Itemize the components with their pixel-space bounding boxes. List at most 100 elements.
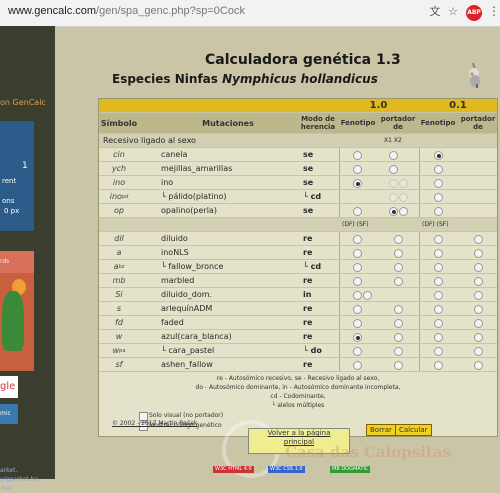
carrier-male-radio[interactable] (394, 361, 403, 370)
phenotype-male-radio-2[interactable] (363, 291, 372, 300)
carrier-female-radio[interactable] (474, 361, 483, 370)
phenotype-male-radio[interactable] (353, 263, 362, 272)
carrier-male-radio[interactable] (394, 249, 403, 258)
sidebar-button[interactable]: mic (0, 404, 18, 424)
carrier-male-radio-x1[interactable] (389, 151, 398, 160)
dogmatic-badge[interactable]: MB DOGMATIC (330, 466, 371, 473)
phenotype-male-radio[interactable] (353, 277, 362, 286)
star-icon[interactable]: ☆ (446, 5, 460, 19)
subtitle-prefix: Especies Ninfas (112, 72, 223, 86)
phenotype-female-radio[interactable] (434, 277, 443, 286)
mutation-name: inoNLS (161, 248, 189, 257)
phenotype-female-radio[interactable] (434, 305, 443, 314)
footer-line[interactable]: y/gparket.be (0, 475, 38, 484)
col-symbol: Símbolo (100, 118, 138, 128)
gencalc-link[interactable]: on GenCalc (0, 98, 46, 107)
translate-icon[interactable]: 文 (428, 5, 442, 19)
css-badge[interactable]: W3C CSS 1.0 (268, 466, 305, 473)
column-divider (339, 330, 340, 343)
carrier-female-radio[interactable] (474, 249, 483, 258)
phenotype-male-radio[interactable] (353, 249, 362, 258)
carrier-male-radio[interactable] (394, 263, 403, 272)
auto_rows-row: a bz └ fallow_bronce └ cd (99, 260, 497, 274)
mutation-name: diluido (161, 234, 188, 243)
carrier-male-radio-x1[interactable] (389, 165, 398, 174)
gene-symbol: fd (115, 318, 123, 327)
phenotype-female-radio[interactable] (434, 235, 443, 244)
ad-parrot-body (2, 291, 24, 351)
carrier-female-radio[interactable] (474, 305, 483, 314)
dose-female: 0.1 (449, 100, 467, 111)
carrier-male-radio[interactable] (394, 277, 403, 286)
carrier-female-radio[interactable] (474, 235, 483, 244)
calculate-button[interactable]: Calcular (395, 424, 432, 436)
left-sidebar: on GenCalc 1 rent ons 0 px rds gle mic a… (0, 26, 55, 492)
menu-icon[interactable]: ⋮ (488, 4, 500, 18)
inheritance-mode: └ cd (303, 192, 322, 201)
phenotype-male-radio[interactable] (353, 151, 362, 160)
phenotype-female-radio[interactable] (434, 179, 443, 188)
phenotype-male-radio[interactable] (353, 235, 362, 244)
clear-button[interactable]: Borrar (366, 424, 396, 436)
auto_rows-row: s arlequínADM re (99, 302, 497, 316)
phenotype-male-radio[interactable] (353, 291, 362, 300)
carrier-male-radio-x2[interactable] (399, 179, 408, 188)
phenotype-female-radio[interactable] (434, 333, 443, 342)
phenotype-female-radio[interactable] (434, 291, 443, 300)
carrier-male-radio[interactable] (394, 305, 403, 314)
phenotype-female-radio[interactable] (434, 207, 443, 216)
phenotype-male-radio[interactable] (353, 207, 362, 216)
auto_rows-row: a inoNLS re (99, 246, 497, 260)
carrier-female-radio[interactable] (474, 291, 483, 300)
gene-symbol: s (116, 304, 122, 313)
panel-line: rent (2, 177, 17, 185)
phenotype-male-radio[interactable] (353, 179, 362, 188)
carrier-male-radio[interactable] (394, 319, 403, 328)
phenotype-female-radio[interactable] (434, 193, 443, 202)
col-carrier-male: portador de (380, 115, 416, 131)
carrier-female-radio[interactable] (474, 319, 483, 328)
carrier-male-radio-x2[interactable] (399, 207, 408, 216)
phenotype-female-radio[interactable] (434, 151, 443, 160)
address-bar[interactable]: www.gencalc.com/gen/spa_genc.php?sp=0Coc… (8, 5, 245, 17)
carrier-male-radio[interactable] (394, 235, 403, 244)
phenotype-female-radio[interactable] (434, 319, 443, 328)
carrier-female-radio[interactable] (474, 277, 483, 286)
parrot-ad[interactable]: rds (0, 251, 34, 371)
phenotype-female-radio[interactable] (434, 249, 443, 258)
phenotype-male-radio[interactable] (353, 305, 362, 314)
phenotype-male-radio[interactable] (353, 361, 362, 370)
mutation-name: marbled (161, 276, 195, 285)
phenotype-male-radio[interactable] (353, 319, 362, 328)
phenotype-male-radio[interactable] (353, 165, 362, 174)
back-line-1: Volver a la página (267, 429, 331, 437)
phenotype-male-radio[interactable] (353, 347, 362, 356)
section-sex-linked: Recesivo ligado al sexo X1 X2 (99, 134, 497, 148)
carrier-male-radio[interactable] (394, 333, 403, 342)
inheritance-mode: re (303, 276, 313, 285)
phenotype-female-radio[interactable] (434, 361, 443, 370)
carrier-female-radio[interactable] (474, 347, 483, 356)
column-divider (419, 246, 420, 259)
column-divider (419, 330, 420, 343)
google-logo[interactable]: gle (0, 376, 18, 398)
carrier-male-radio-x1[interactable] (389, 179, 398, 188)
carrier-female-radio[interactable] (474, 333, 483, 342)
phenotype-female-radio[interactable] (434, 165, 443, 174)
cockatiel-icon (469, 62, 480, 88)
carrier-male-radio[interactable] (394, 347, 403, 356)
html-badge[interactable]: W3C HTML 4.0 (213, 466, 254, 473)
carrier-male-radio-x1[interactable] (389, 207, 398, 216)
carrier-female-radio[interactable] (474, 263, 483, 272)
phenotype-male-radio[interactable] (353, 333, 362, 342)
col-mutations: Mutaciones (202, 118, 254, 128)
carrier-male-radio-x1[interactable] (389, 193, 398, 202)
carrier-male-radio-x2[interactable] (399, 193, 408, 202)
adblock-icon[interactable]: ABP (466, 5, 482, 21)
genetics-table: 1.0 0.1 Símbolo Mutaciones Modo de heren… (98, 98, 498, 437)
phenotype-female-radio[interactable] (434, 347, 443, 356)
footer-line[interactable]: .net (0, 484, 38, 493)
page-title: Calculadora genética 1.3 (205, 52, 401, 68)
copyright-text[interactable]: © 2002 - 2017 Martin Rašek (112, 420, 197, 427)
phenotype-female-radio[interactable] (434, 263, 443, 272)
